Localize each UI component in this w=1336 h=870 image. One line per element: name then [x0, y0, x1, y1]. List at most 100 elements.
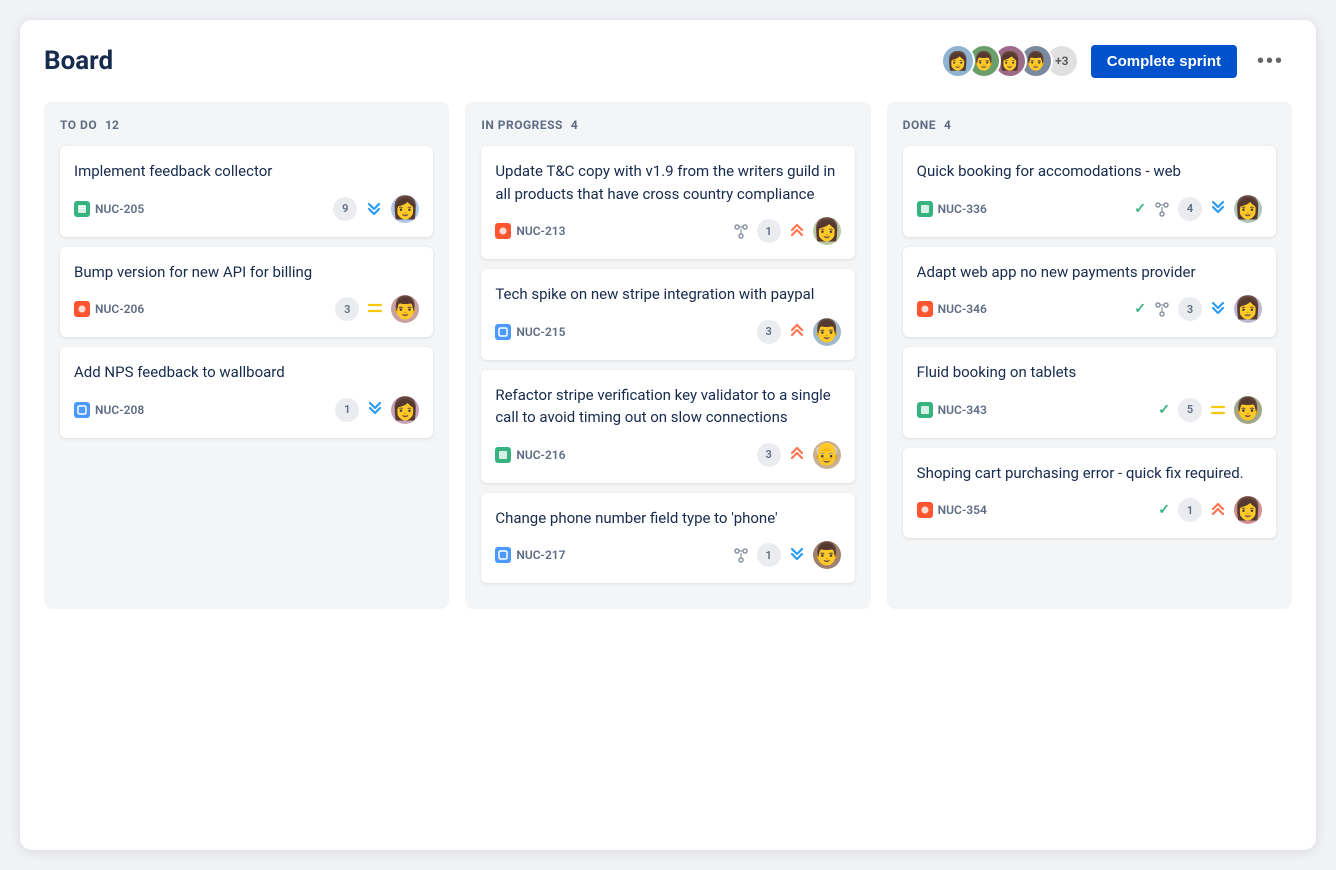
- column-count-todo: 12: [105, 118, 119, 132]
- card-meta-nuc-336: NUC-336 ✓ 4: [917, 195, 1262, 223]
- card-meta-nuc-215: NUC-215 3 👨: [495, 318, 840, 346]
- bug-icon-354: [917, 502, 933, 518]
- complete-sprint-button[interactable]: Complete sprint: [1091, 45, 1237, 78]
- avatar-group: 👩 👨 👩 👨 +3: [941, 44, 1079, 78]
- avatar-nuc-346: 👩: [1234, 295, 1262, 323]
- card-meta-nuc-343: NUC-343 ✓ 5 👨: [917, 396, 1262, 424]
- card-title-nuc-217: Change phone number field type to 'phone…: [495, 507, 840, 530]
- card-meta-nuc-208: NUC-208 1 👩: [74, 396, 419, 424]
- git-icon-213: [733, 223, 749, 239]
- card-meta-nuc-205: NUC-205 9 👩: [74, 195, 419, 223]
- check-icon-354: ✓: [1158, 502, 1170, 518]
- card-nuc-343[interactable]: Fluid booking on tablets NUC-343 ✓ 5: [903, 347, 1276, 438]
- card-meta-nuc-213: NUC-213 1: [495, 217, 840, 245]
- card-title-nuc-343: Fluid booking on tablets: [917, 361, 1262, 384]
- check-icon-336: ✓: [1134, 201, 1146, 217]
- git-icon-346: [1154, 301, 1170, 317]
- issue-badge-nuc-343: NUC-343: [917, 402, 987, 418]
- avatar-nuc-213: 👩: [813, 217, 841, 245]
- story-icon-343: [917, 402, 933, 418]
- card-title-nuc-354: Shoping cart purchasing error - quick fi…: [917, 462, 1262, 485]
- header-right: 👩 👨 👩 👨 +3 Complete sprint •••: [941, 44, 1292, 78]
- avatar-1[interactable]: 👩: [941, 44, 975, 78]
- count-nuc-343: 5: [1178, 398, 1202, 422]
- card-nuc-346[interactable]: Adapt web app no new payments provider N…: [903, 247, 1276, 338]
- count-nuc-213: 1: [757, 219, 781, 243]
- column-header-done: DONE 4: [903, 118, 1276, 132]
- avatar-nuc-217: 👨: [813, 541, 841, 569]
- issue-badge-nuc-216: NUC-216: [495, 447, 565, 463]
- column-title-inprogress: IN PROGRESS: [481, 118, 563, 132]
- card-title-nuc-215: Tech spike on new stripe integration wit…: [495, 283, 840, 306]
- issue-badge-nuc-208: NUC-208: [74, 402, 144, 418]
- issue-badge-nuc-354: NUC-354: [917, 502, 987, 518]
- priority-icon-nuc-206: [367, 300, 383, 319]
- page-title: Board: [44, 46, 113, 76]
- bug-icon: [74, 301, 90, 317]
- issue-badge-nuc-217: NUC-217: [495, 547, 565, 563]
- column-inprogress: IN PROGRESS 4 Update T&C copy with v1.9 …: [465, 102, 870, 609]
- card-nuc-206[interactable]: Bump version for new API for billing NUC…: [60, 247, 433, 338]
- count-nuc-354: 1: [1178, 498, 1202, 522]
- count-nuc-206: 3: [335, 297, 359, 321]
- card-title-nuc-346: Adapt web app no new payments provider: [917, 261, 1262, 284]
- card-meta-nuc-354: NUC-354 ✓ 1 👩: [917, 496, 1262, 524]
- board: TO DO 12 Implement feedback collector NU…: [44, 102, 1292, 609]
- card-title-nuc-205: Implement feedback collector: [74, 160, 419, 183]
- card-nuc-213[interactable]: Update T&C copy with v1.9 from the write…: [481, 146, 854, 259]
- git-icon-336: [1154, 201, 1170, 217]
- column-header-inprogress: IN PROGRESS 4: [481, 118, 854, 132]
- avatar-nuc-208: 👩: [391, 396, 419, 424]
- column-title-todo: TO DO: [60, 118, 97, 132]
- story-icon-336: [917, 201, 933, 217]
- count-nuc-336: 4: [1178, 197, 1202, 221]
- card-nuc-215[interactable]: Tech spike on new stripe integration wit…: [481, 269, 854, 360]
- card-meta-nuc-217: NUC-217 1: [495, 541, 840, 569]
- card-nuc-216[interactable]: Refactor stripe verification key validat…: [481, 370, 854, 483]
- git-icon-217: [733, 547, 749, 563]
- avatar-nuc-216: 👴: [813, 441, 841, 469]
- priority-icon-nuc-208: [367, 400, 383, 419]
- issue-badge-nuc-206: NUC-206: [74, 301, 144, 317]
- app-container: Board 👩 👨 👩 👨 +3 Complete sprint •••: [20, 20, 1316, 850]
- card-title-nuc-336: Quick booking for accomodations - web: [917, 160, 1262, 183]
- priority-icon-nuc-354: [1210, 501, 1226, 520]
- card-meta-nuc-216: NUC-216 3 👴: [495, 441, 840, 469]
- priority-icon-nuc-216: [789, 445, 805, 464]
- issue-badge-nuc-205: NUC-205: [74, 201, 144, 217]
- count-nuc-205: 9: [333, 197, 357, 221]
- priority-icon-nuc-343: [1210, 400, 1226, 419]
- card-nuc-336[interactable]: Quick booking for accomodations - web NU…: [903, 146, 1276, 237]
- bug-icon-213: [495, 223, 511, 239]
- column-header-todo: TO DO 12: [60, 118, 433, 132]
- column-title-done: DONE: [903, 118, 936, 132]
- count-nuc-217: 1: [757, 543, 781, 567]
- column-count-inprogress: 4: [571, 118, 578, 132]
- priority-icon-nuc-205: [365, 202, 383, 216]
- check-icon-346: ✓: [1134, 301, 1146, 317]
- card-nuc-208[interactable]: Add NPS feedback to wallboard NUC-208 1: [60, 347, 433, 438]
- issue-badge-nuc-336: NUC-336: [917, 201, 987, 217]
- card-nuc-354[interactable]: Shoping cart purchasing error - quick fi…: [903, 448, 1276, 539]
- issue-badge-nuc-346: NUC-346: [917, 301, 987, 317]
- story-icon: [74, 201, 90, 217]
- card-nuc-205[interactable]: Implement feedback collector NUC-205 9: [60, 146, 433, 237]
- card-nuc-217[interactable]: Change phone number field type to 'phone…: [481, 493, 854, 584]
- column-done: DONE 4 Quick booking for accomodations -…: [887, 102, 1292, 609]
- more-options-button[interactable]: •••: [1249, 46, 1292, 77]
- issue-badge-nuc-213: NUC-213: [495, 223, 565, 239]
- count-nuc-346: 3: [1178, 297, 1202, 321]
- check-icon-343: ✓: [1158, 402, 1170, 418]
- avatar-nuc-354: 👩: [1234, 496, 1262, 524]
- task-icon-215: [495, 324, 511, 340]
- priority-icon-nuc-217: [789, 546, 805, 565]
- avatar-nuc-215: 👨: [813, 318, 841, 346]
- priority-icon-nuc-346: [1210, 300, 1226, 319]
- header: Board 👩 👨 👩 👨 +3 Complete sprint •••: [44, 44, 1292, 78]
- avatar-nuc-343: 👨: [1234, 396, 1262, 424]
- story-icon-216: [495, 447, 511, 463]
- column-count-done: 4: [944, 118, 951, 132]
- card-title-nuc-216: Refactor stripe verification key validat…: [495, 384, 840, 429]
- card-title-nuc-206: Bump version for new API for billing: [74, 261, 419, 284]
- card-meta-nuc-206: NUC-206 3 👨: [74, 295, 419, 323]
